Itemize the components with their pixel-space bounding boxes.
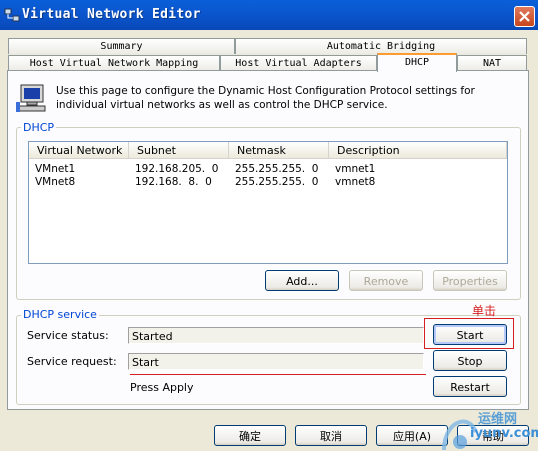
click-annotation: 单击 xyxy=(472,304,497,318)
cell-description: vmnet1 xyxy=(335,163,376,175)
start-highlight-box xyxy=(424,318,514,349)
tab-host-virtual-adapters[interactable]: Host Virtual Adapters xyxy=(220,55,377,71)
tab-host-virtual-network-mapping[interactable]: Host Virtual Network Mapping xyxy=(8,55,220,71)
ok-button[interactable]: 确定 xyxy=(214,425,286,446)
dhcp-group-label: DHCP xyxy=(21,121,57,134)
tab-summary-label: Summary xyxy=(100,41,143,52)
tab-host-virtual-network-mapping-label: Host Virtual Network Mapping xyxy=(29,58,199,69)
tab-host-virtual-adapters-label: Host Virtual Adapters xyxy=(235,58,362,69)
properties-button[interactable]: Properties xyxy=(433,270,507,291)
cell-netmask: 255.255.255. 0 xyxy=(235,176,319,188)
column-virtual-network[interactable]: Virtual Network xyxy=(29,142,129,159)
service-status-label: Service status: xyxy=(27,329,109,342)
computer-icon xyxy=(16,84,46,112)
tab-dhcp[interactable]: DHCP xyxy=(377,53,457,72)
title-bar[interactable]: Virtual Network Editor xyxy=(0,0,538,30)
service-status-field: Started xyxy=(128,327,424,344)
close-button[interactable] xyxy=(514,6,535,27)
info-description: Use this page to configure the Dynamic H… xyxy=(56,85,475,111)
cell-netmask: 255.255.255. 0 xyxy=(235,163,319,175)
close-icon xyxy=(519,11,530,22)
service-request-field: Start xyxy=(128,353,424,370)
restart-button[interactable]: Restart xyxy=(433,376,507,397)
cell-subnet: 192.168.205. 0 xyxy=(135,163,219,175)
window-title: Virtual Network Editor xyxy=(22,7,201,22)
tab-automatic-bridging[interactable]: Automatic Bridging xyxy=(235,38,527,54)
network-app-icon xyxy=(4,8,20,22)
dhcp-service-group-label: DHCP service xyxy=(21,308,99,321)
cell-virtual-network: VMnet8 xyxy=(35,176,76,188)
request-underline xyxy=(130,374,426,375)
column-netmask[interactable]: Netmask xyxy=(229,142,329,159)
table-row[interactable]: VMnet1 192.168.205. 0 255.255.255. 0 vmn… xyxy=(29,163,507,176)
tab-nat-label: NAT xyxy=(482,58,502,69)
service-request-label: Service request: xyxy=(27,355,117,368)
dhcp-network-list[interactable]: Virtual Network Subnet Netmask Descripti… xyxy=(28,141,508,264)
cell-virtual-network: VMnet1 xyxy=(35,163,76,175)
stop-button[interactable]: Stop xyxy=(433,350,507,371)
cancel-button[interactable]: 取消 xyxy=(295,425,367,446)
watermark-text-cn: 运维网 xyxy=(478,412,518,427)
remove-button[interactable]: Remove xyxy=(349,270,423,291)
add-button[interactable]: Add... xyxy=(265,270,339,291)
column-subnet[interactable]: Subnet xyxy=(129,142,229,159)
tab-summary[interactable]: Summary xyxy=(8,38,235,54)
tab-dhcp-label: DHCP xyxy=(404,57,430,68)
cell-description: vmnet8 xyxy=(335,176,376,188)
tab-automatic-bridging-label: Automatic Bridging xyxy=(326,41,436,52)
virtual-network-editor-window: Virtual Network Editor Summary Automatic… xyxy=(0,0,538,451)
press-apply-hint: Press Apply xyxy=(130,381,194,394)
column-description[interactable]: Description xyxy=(329,142,507,159)
cell-subnet: 192.168. 8. 0 xyxy=(135,176,212,188)
tab-nat[interactable]: NAT xyxy=(457,55,527,71)
table-row[interactable]: VMnet8 192.168. 8. 0 255.255.255. 0 vmne… xyxy=(29,176,507,189)
watermark-text-url: iyunv.com xyxy=(470,426,538,441)
